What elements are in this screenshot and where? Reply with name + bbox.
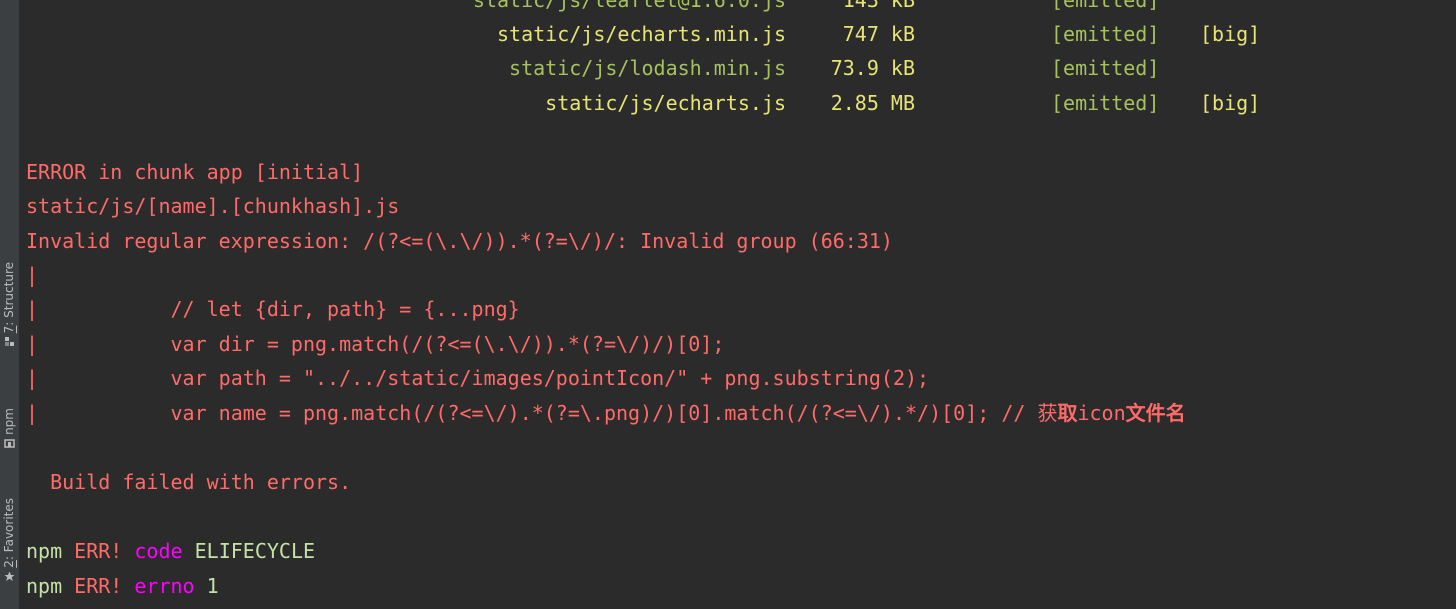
- code-text: // let {dir, path} = {...png}: [38, 297, 520, 321]
- code-text: var name = png.match(/(?<=\/).*(?=\.png)…: [38, 401, 1038, 425]
- npm-err-value: 1: [206, 574, 219, 598]
- error-header: ERROR in chunk app [initial]: [26, 160, 364, 184]
- npm-err-key: code: [134, 539, 183, 563]
- error-message: Invalid regular expression: /(?<=(\.\/))…: [26, 229, 893, 253]
- code-gutter: |: [26, 263, 39, 287]
- favorites-tab-label: 2: Favorites: [2, 498, 16, 568]
- asset-size: 2.85 MB: [830, 91, 915, 115]
- asset-size: 143 kB: [842, 0, 915, 12]
- code-frame-line: | var name = png.match(/(?<=\/).*(?=\.pn…: [26, 396, 1186, 430]
- code-frame-line: | // let {dir, path} = {...png}: [26, 292, 520, 326]
- npm-icon: [4, 439, 15, 448]
- npm-prefix: npm: [26, 574, 63, 598]
- asset-name: static/js/echarts.min.js: [497, 22, 786, 46]
- comment-cjk: 获: [1037, 401, 1058, 425]
- favorites-tab[interactable]: 2: Favorites: [0, 498, 19, 582]
- npm-tab-label: npm: [2, 408, 16, 435]
- npm-error-line: npm ERR! code ELIFECYCLE: [26, 534, 315, 568]
- left-tool-window-bar: 7: Structure npm 2: Favorites: [0, 0, 20, 609]
- npm-err-key: errno: [134, 574, 195, 598]
- star-icon: [4, 571, 15, 581]
- comment-cjk-bold: 取: [1057, 401, 1078, 425]
- npm-error-line: npm ERR! errno 1: [26, 569, 219, 603]
- asset-big-flag: [big]: [1200, 91, 1261, 115]
- asset-status: [emitted]: [1051, 22, 1160, 46]
- asset-status: [emitted]: [1051, 0, 1160, 12]
- code-gutter: |: [26, 366, 39, 390]
- terminal-output[interactable]: static/js/leaflet@1.6.0.js 143 kB [emitt…: [20, 0, 1456, 609]
- npm-err-tag: ERR!: [74, 574, 123, 598]
- comment-cjk-bold: 文件名: [1125, 401, 1186, 425]
- asset-status: [emitted]: [1051, 91, 1160, 115]
- npm-err-tag: ERR!: [74, 539, 123, 563]
- asset-status: [emitted]: [1051, 56, 1160, 80]
- code-frame-line: | var path = "../../static/images/pointI…: [26, 361, 929, 395]
- error-file: static/js/[name].[chunkhash].js: [26, 194, 400, 218]
- code-gutter: |: [26, 297, 39, 321]
- asset-size: 747 kB: [842, 22, 915, 46]
- npm-prefix: npm: [26, 539, 63, 563]
- comment-word: icon: [1077, 401, 1126, 425]
- build-failed-message: Build failed with errors.: [26, 470, 352, 494]
- code-gutter: |: [26, 401, 39, 425]
- code-text: var path = "../../static/images/pointIco…: [38, 366, 930, 390]
- structure-tab-label: 7: Structure: [2, 262, 16, 334]
- structure-icon: [5, 337, 14, 347]
- code-gutter: |: [26, 332, 39, 356]
- asset-name: static/js/leaflet@1.6.0.js: [472, 0, 786, 12]
- asset-size: 73.9 kB: [830, 56, 915, 80]
- code-text: var dir = png.match(/(?<=(\.\/)).*(?=\/)…: [38, 332, 725, 356]
- asset-name: static/js/echarts.js: [545, 91, 786, 115]
- code-frame-line: | var dir = png.match(/(?<=(\.\/)).*(?=\…: [26, 327, 724, 361]
- asset-name: static/js/lodash.min.js: [509, 56, 786, 80]
- npm-err-value: ELIFECYCLE: [194, 539, 316, 563]
- structure-tab[interactable]: 7: Structure: [0, 262, 19, 347]
- npm-tab[interactable]: npm: [0, 408, 19, 449]
- asset-big-flag: [big]: [1200, 22, 1261, 46]
